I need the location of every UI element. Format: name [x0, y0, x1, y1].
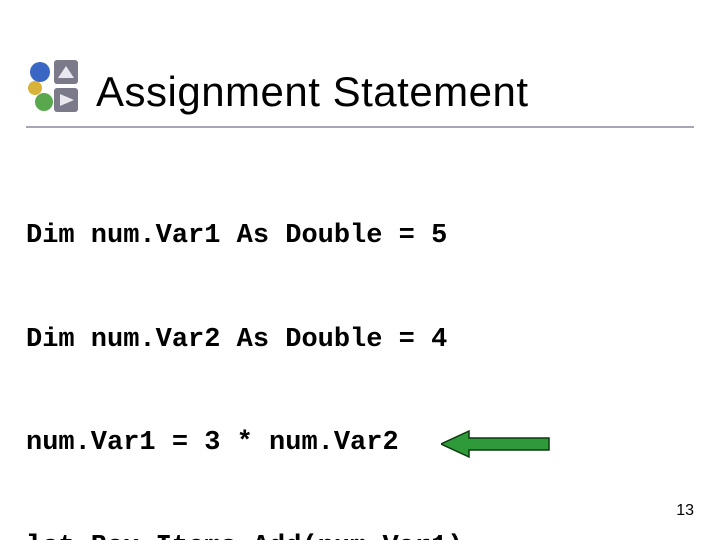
- green-left-arrow-icon: [441, 429, 551, 459]
- code-line-1: Dim num.Var1 As Double = 5: [26, 219, 447, 254]
- title-underline: [26, 126, 694, 128]
- code-block: Dim num.Var1 As Double = 5 Dim num.Var2 …: [26, 150, 720, 540]
- page-number: 13: [676, 502, 694, 520]
- slide-title: Assignment Statement: [96, 70, 529, 114]
- code-line-4: lst.Box.Items.Add(num.Var1): [26, 530, 463, 540]
- slide-header: Assignment Statement: [0, 0, 720, 118]
- code-line-2: Dim num.Var2 As Double = 4: [26, 323, 447, 358]
- slide-logo-icon: [26, 58, 82, 114]
- code-line-3: num.Var1 = 3 * num.Var2: [26, 426, 399, 461]
